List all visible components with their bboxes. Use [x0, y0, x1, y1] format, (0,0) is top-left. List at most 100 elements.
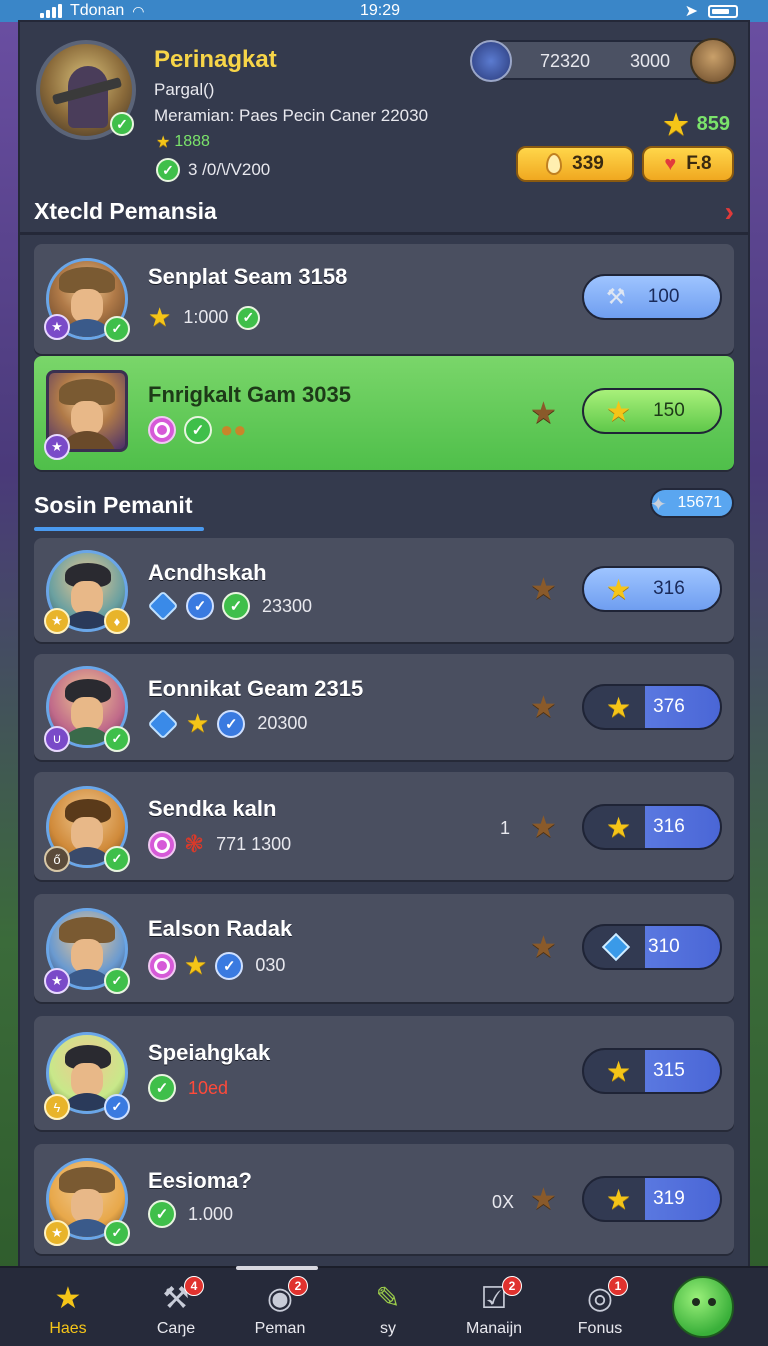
card-stats: ★ 1:000 ✓ — [148, 302, 261, 333]
collect-button[interactable]: ★ 316 — [582, 804, 722, 850]
collect-button-label: 316 — [653, 816, 685, 837]
notification-badge: 4 — [184, 1276, 204, 1296]
friend-avatar[interactable] — [470, 40, 512, 82]
list-item[interactable]: ★ ✓ Ealson Radak ★ ✓ 030 ★ 310 — [34, 894, 734, 1002]
star-icon: ★ — [530, 931, 557, 964]
tab-label: Fonus — [577, 1320, 623, 1337]
star-icon: ★ — [184, 950, 208, 980]
collect-button[interactable]: ★ 376 — [582, 684, 722, 730]
list-item[interactable]: ★ Fnrigkalt Gam 3035 ✓ ●● ★ ★ 150 — [34, 356, 734, 470]
tab-peman[interactable]: ◉ 2 Peman — [232, 1268, 328, 1346]
collect-button-label: 310 — [648, 936, 680, 957]
star-icon: ★ — [54, 1281, 82, 1315]
star-icon: ★ — [156, 134, 171, 151]
tab-label: Peman — [254, 1320, 306, 1337]
tab-manaijn[interactable]: ☑ 2 Manaijn — [446, 1268, 542, 1346]
card-stats: ★ ✓ 20300 — [147, 707, 307, 740]
blue-gem-icon — [601, 932, 631, 962]
list-item[interactable]: ő ✓ Sendka kaln ❃ 771 1300 1 ★ ★ 316 — [34, 772, 734, 880]
check-icon: ✓ — [104, 316, 130, 342]
player-score-value: 1888 — [174, 133, 210, 150]
tab-label: Manaijn — [465, 1320, 523, 1337]
gem-icon — [147, 590, 179, 622]
badge-icon: ✓ — [215, 951, 244, 980]
player-progress-value: 3 /0/\/V200 — [188, 160, 271, 179]
collect-button[interactable]: ★ 316 — [582, 566, 722, 612]
tab-label: sy — [380, 1320, 396, 1337]
currency-bar[interactable]: 72320 3000 — [470, 38, 736, 84]
resource-a-pill[interactable]: 339 — [516, 146, 634, 182]
star-icon: ★ — [606, 811, 632, 843]
list-item[interactable]: ∪ ✓ Eonnikat Geam 2315 ★ ✓ 20300 ★ ★ 376 — [34, 654, 734, 760]
tab-cane[interactable]: ⚒ 4 Caŋe — [128, 1268, 224, 1346]
notification-badge: 2 — [288, 1276, 308, 1296]
collect-button-label: 376 — [653, 696, 685, 717]
explorer-avatar[interactable] — [690, 38, 736, 84]
star-icon: ★ — [530, 1183, 557, 1216]
check-icon: ✓ — [184, 416, 212, 444]
card-value: 10ed — [188, 1077, 229, 1098]
player-score: ★ 1888 — [156, 132, 210, 152]
card-stats: ❃ 771 1300 — [148, 830, 291, 859]
badge-icon: ✓ — [104, 1094, 130, 1120]
star-icon: ★ — [148, 302, 172, 332]
star-icon: ★ — [606, 1055, 632, 1087]
check-icon: ✓ — [156, 158, 180, 182]
tab-haes[interactable]: ★ Haes — [20, 1268, 116, 1346]
profile-header: ✓ Perinagkat Pargal() Meramian: Paes Pec… — [20, 22, 748, 237]
check-icon: ✓ — [104, 726, 130, 752]
card-stats: ★ ✓ 030 — [148, 950, 285, 981]
horseshoe-icon: ∪ — [44, 726, 70, 752]
player-meta: Meramian: Paes Pecin Caner 22030 — [154, 106, 429, 125]
card-stats: ✓ 1.000 — [148, 1200, 233, 1228]
check-icon: ✓ — [104, 968, 130, 994]
resource-b-value: F.8 — [686, 153, 712, 174]
ring-icon — [148, 951, 176, 980]
star-icon: ★ — [606, 573, 632, 605]
resource-b-pill[interactable]: ♥ F.8 — [642, 146, 734, 182]
card-title: Fnrigkalt Gam 3035 — [148, 382, 351, 407]
star-icon: ★ — [606, 395, 632, 427]
check-icon: ✓ — [104, 846, 130, 872]
star-icon: ★ — [530, 811, 557, 844]
badge-icon: ✓ — [186, 592, 214, 620]
collect-button[interactable]: ★ 315 — [582, 1048, 722, 1094]
drop-icon — [546, 153, 563, 175]
list-item[interactable]: ϟ ✓ Speiahgkak ✓ 10ed ★ 315 — [34, 1016, 734, 1130]
collect-button[interactable]: ⚒ 100 — [582, 274, 722, 320]
main-panel: ✓ Perinagkat Pargal() Meramian: Paes Pec… — [20, 22, 748, 1266]
puzzle-counter[interactable]: ✦ 15671 — [650, 488, 734, 518]
notification-badge: 2 — [502, 1276, 522, 1296]
battery-icon — [708, 4, 738, 18]
mascot-button[interactable] — [672, 1276, 734, 1338]
divider — [20, 232, 748, 235]
currency-b-value: 3000 — [630, 51, 671, 71]
ring-icon — [148, 416, 176, 444]
collect-button-label: 315 — [653, 1060, 685, 1081]
collect-button-label: 316 — [653, 578, 685, 599]
tab-sy[interactable]: ✎ sy — [340, 1268, 436, 1346]
section-title-2: Sosin Pemanit — [34, 492, 193, 518]
tab-fonus[interactable]: ◎ 1 Fonus — [552, 1268, 648, 1346]
list-item[interactable]: ★ ✓ Senplat Seam 3158 ★ 1:000 ✓ ⚒ 100 — [34, 244, 734, 354]
check-icon: ✓ — [236, 305, 261, 330]
collect-button[interactable]: ★ 319 — [582, 1176, 722, 1222]
card-value: 030 — [255, 955, 286, 975]
collect-button[interactable]: ★ 150 — [582, 388, 722, 434]
star-icon: ★ — [186, 708, 210, 738]
star-icon: ★ — [663, 109, 689, 140]
card-side-value: 1 — [500, 818, 511, 838]
card-title: Sendka kaln — [148, 796, 277, 821]
list-item[interactable]: ★ ♦ Acndhskah ✓ ✓ 23300 ★ ★ 316 — [34, 538, 734, 642]
card-title: Eonnikat Geam 2315 — [148, 676, 364, 701]
puzzle-icon: ✦ — [650, 494, 667, 516]
card-title: Eesioma? — [148, 1168, 252, 1193]
notification-badge: 1 — [608, 1276, 628, 1296]
collect-button[interactable]: 310 — [582, 924, 722, 970]
star-icon: ★ — [606, 691, 632, 723]
card-title: Speiahgkak — [148, 1040, 271, 1065]
card-stats: ✓ 10ed — [148, 1074, 228, 1102]
list-item[interactable]: ★ ✓ Eesioma? ✓ 1.000 0X ★ ★ 319 — [34, 1144, 734, 1254]
chevron-right-icon[interactable]: › — [725, 196, 734, 228]
lightning-icon: ϟ — [44, 1094, 70, 1120]
